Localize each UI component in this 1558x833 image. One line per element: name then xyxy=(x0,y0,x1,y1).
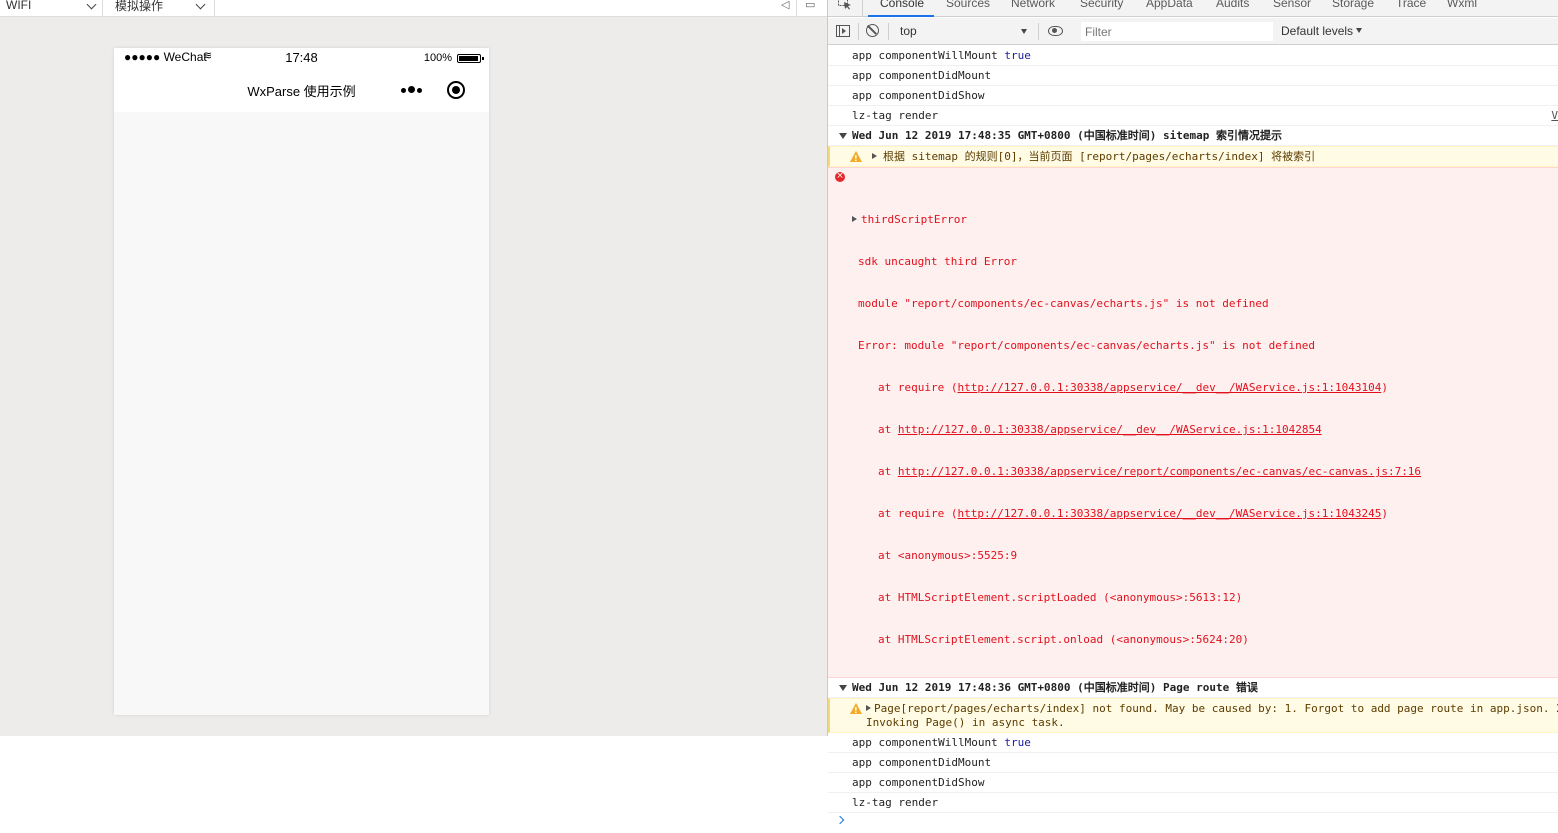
close-capsule-button[interactable] xyxy=(447,81,465,99)
toolbar-divider xyxy=(796,0,797,17)
window-icon[interactable]: ▭ xyxy=(805,0,815,11)
operation-select[interactable]: 模拟操作 xyxy=(115,0,206,16)
toolbar-divider xyxy=(102,0,103,17)
stack-frame: at <anonymous>:5525:9 xyxy=(878,549,1018,562)
console-group-header[interactable]: Wed Jun 12 2019 17:48:36 GMT+0800 (中国标准时… xyxy=(828,678,1558,698)
speaker-icon[interactable]: ◁ xyxy=(781,0,789,11)
error-line: module "report/components/ec-canvas/echa… xyxy=(858,297,1269,310)
tab-trace[interactable]: Trace xyxy=(1396,0,1426,10)
expand-triangle-icon[interactable] xyxy=(839,685,847,691)
battery-icon xyxy=(457,54,484,63)
console-warning: 根据 sitemap 的规则[0]，当前页面 [report/pages/ech… xyxy=(828,146,1558,167)
phone-status-bar: ●●●●● WeChat ≋ 17:48 100% xyxy=(114,48,489,68)
error-title[interactable]: thirdScriptError xyxy=(861,213,967,226)
tab-divider xyxy=(862,0,863,17)
sidebar-toggle-icon[interactable] xyxy=(836,25,850,37)
expand-triangle-icon[interactable] xyxy=(852,216,857,222)
tab-storage[interactable]: Storage xyxy=(1332,0,1374,10)
phone-screen: ●●●●● WeChat ≋ 17:48 100% WxParse 使用示例 xyxy=(114,48,489,715)
stack-link[interactable]: http://127.0.0.1:30338/appservice/__dev_… xyxy=(898,423,1322,436)
tab-network[interactable]: Network xyxy=(1011,0,1055,10)
log-levels-select[interactable]: Default levels xyxy=(1281,24,1353,38)
console-group-header[interactable]: Wed Jun 12 2019 17:48:35 GMT+0800 (中国标准时… xyxy=(828,126,1558,146)
tab-wxml[interactable]: Wxml xyxy=(1447,0,1477,10)
stack-link[interactable]: http://127.0.0.1:30338/appservice/__dev_… xyxy=(957,507,1381,520)
toolbar-divider xyxy=(214,0,215,17)
stack-frame: at http://127.0.0.1:30338/appservice/rep… xyxy=(878,465,1422,478)
simulator-pane: WIFI 模拟操作 ◁ ▭ ●●●●● WeChat ≋ 17:48 100% … xyxy=(0,0,828,736)
error-line: Error: module "report/components/ec-canv… xyxy=(858,339,1315,352)
devtools-tabbar: Console Sources Network Security AppData… xyxy=(828,0,1558,17)
console-toolbar: top Default levels xyxy=(828,18,1558,45)
chevron-down-icon[interactable] xyxy=(1021,29,1027,34)
network-select-value: WIFI xyxy=(6,0,32,12)
expand-triangle-icon[interactable] xyxy=(839,133,847,139)
chevron-down-icon[interactable] xyxy=(1356,28,1362,33)
stack-frame: at require (http://127.0.0.1:30338/appse… xyxy=(878,507,1388,520)
phone-nav-bar: WxParse 使用示例 xyxy=(114,68,489,112)
console-message: app componentDidShow xyxy=(828,773,1558,793)
more-menu-button[interactable] xyxy=(401,82,427,98)
tab-sources[interactable]: Sources xyxy=(946,0,990,10)
toolbar-divider xyxy=(1038,23,1039,40)
warning-icon xyxy=(850,703,862,718)
console-message: lz-tag render xyxy=(828,793,1558,813)
console-output: app componentWillMount true app componen… xyxy=(828,46,1558,833)
page-title: WxParse 使用示例 xyxy=(247,84,356,99)
expand-triangle-icon[interactable] xyxy=(872,153,877,159)
console-prompt[interactable] xyxy=(828,813,1558,833)
tab-security[interactable]: Security xyxy=(1080,0,1123,10)
filter-input[interactable] xyxy=(1081,22,1273,41)
active-tab-indicator xyxy=(868,15,934,17)
console-message: lz-tag render V xyxy=(828,106,1558,126)
tab-sensor[interactable]: Sensor xyxy=(1273,0,1311,10)
expand-triangle-icon[interactable] xyxy=(866,705,871,711)
tab-console[interactable]: Console xyxy=(880,0,924,10)
network-select[interactable]: WIFI xyxy=(6,0,97,16)
stack-frame: at HTMLScriptElement.scriptLoaded (<anon… xyxy=(878,591,1243,604)
devtools-pane: Console Sources Network Security AppData… xyxy=(828,0,1558,825)
clear-console-icon[interactable] xyxy=(866,24,879,37)
prompt-chevron-icon xyxy=(835,815,845,825)
stack-link[interactable]: http://127.0.0.1:30338/appservice/__dev_… xyxy=(957,381,1381,394)
toolbar-divider xyxy=(858,23,859,40)
simulator-toolbar: WIFI 模拟操作 ◁ ▭ xyxy=(0,0,828,17)
console-message: app componentDidShow xyxy=(828,86,1558,106)
toolbar-divider xyxy=(888,23,889,40)
console-message: app componentWillMount true xyxy=(828,733,1558,753)
tab-audits[interactable]: Audits xyxy=(1216,0,1249,10)
tab-appdata[interactable]: AppData xyxy=(1146,0,1193,10)
inspect-element-icon[interactable] xyxy=(838,0,852,10)
console-message: app componentWillMount true xyxy=(828,46,1558,66)
battery-percent: 100% xyxy=(423,52,452,64)
stack-link[interactable]: http://127.0.0.1:30338/appservice/report… xyxy=(898,465,1421,478)
console-error: × thirdScriptError sdk uncaught third Er… xyxy=(828,167,1558,678)
live-expression-eye-icon[interactable] xyxy=(1048,26,1063,36)
stack-frame: at http://127.0.0.1:30338/appservice/__d… xyxy=(878,423,1322,436)
context-select[interactable]: top xyxy=(900,24,917,38)
console-message: app componentDidMount xyxy=(828,753,1558,773)
warning-icon xyxy=(850,151,862,166)
chevron-down-icon xyxy=(195,0,206,10)
error-icon: × xyxy=(835,171,845,182)
chevron-down-icon xyxy=(86,0,97,10)
error-line: sdk uncaught third Error xyxy=(858,255,1017,268)
stack-frame: at require (http://127.0.0.1:30338/appse… xyxy=(878,381,1388,394)
console-warning: Page[report/pages/echarts/index] not fou… xyxy=(828,698,1558,733)
operation-select-value: 模拟操作 xyxy=(115,0,164,13)
source-link[interactable]: V xyxy=(1551,109,1558,123)
stack-frame: at HTMLScriptElement.script.onload (<ano… xyxy=(878,633,1249,646)
console-message: app componentDidMount xyxy=(828,66,1558,86)
